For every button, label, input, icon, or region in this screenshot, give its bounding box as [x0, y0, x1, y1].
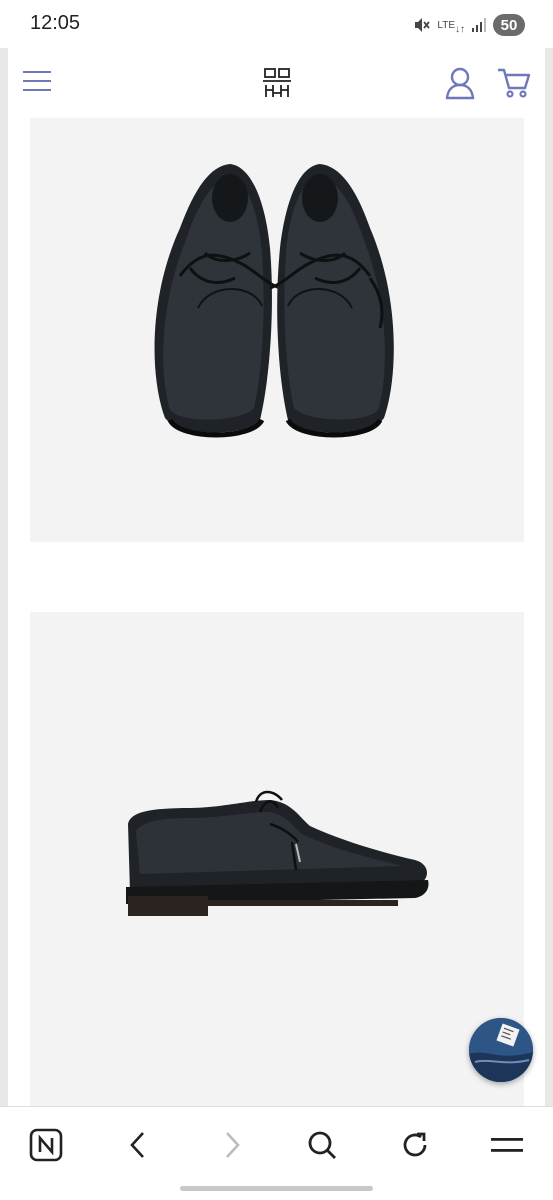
site-header [8, 48, 545, 118]
home-indicator [180, 1186, 373, 1191]
status-bar: 12:05 LTE ↓↑ 50 [0, 0, 553, 48]
mute-icon [413, 16, 431, 34]
naver-home-icon[interactable] [26, 1125, 66, 1165]
screen: 12:05 LTE ↓↑ 50 [0, 0, 553, 1200]
recent-product-thumbnail[interactable] [469, 1018, 533, 1082]
search-icon[interactable] [302, 1125, 342, 1165]
product-image-top-view[interactable] [30, 48, 524, 542]
reload-icon[interactable] [395, 1125, 435, 1165]
user-icon[interactable] [444, 66, 476, 100]
page-margin-left [0, 48, 8, 1106]
menu-icon[interactable] [487, 1125, 527, 1165]
status-icons: LTE ↓↑ 50 [413, 12, 525, 38]
back-icon[interactable] [118, 1125, 158, 1165]
brand-logo[interactable] [262, 66, 292, 100]
lte-icon: LTE ↓↑ [437, 19, 465, 35]
product-image-side-view[interactable] [30, 612, 524, 1106]
page-margin-right [545, 48, 553, 1106]
battery-icon: 50 [493, 14, 525, 36]
hamburger-menu-icon[interactable] [22, 68, 52, 94]
signal-icon [471, 17, 487, 33]
status-time: 12:05 [30, 12, 81, 34]
forward-icon[interactable] [212, 1125, 252, 1165]
cart-icon[interactable] [496, 66, 532, 100]
